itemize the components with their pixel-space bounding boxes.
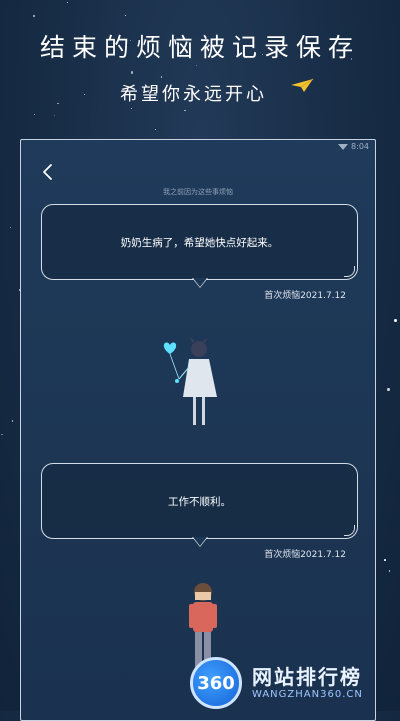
- star: [184, 109, 186, 112]
- star: [83, 93, 86, 96]
- bubble-tail-inner: [193, 278, 207, 287]
- worry-entry-bubble[interactable]: 奶奶生病了，希望她快点好起来。: [41, 204, 358, 280]
- promo-subheadline: 希望你永远开心: [120, 84, 267, 105]
- bubble-tail-inner: [193, 537, 207, 546]
- bubble-curl: [344, 525, 355, 536]
- promo-headline: 结束的烦恼被记录保存: [39, 33, 360, 62]
- star: [9, 226, 11, 228]
- star: [66, 2, 68, 4]
- back-arrow-icon[interactable]: [40, 162, 56, 182]
- star: [387, 388, 390, 391]
- star: [131, 107, 133, 109]
- worry-entry-text: 奶奶生病了，希望她快点好起来。: [120, 236, 279, 249]
- status-bar: 8:04: [338, 142, 369, 151]
- worry-entry-bubble[interactable]: 工作不顺利。: [41, 463, 358, 539]
- star: [1, 433, 3, 436]
- worry-entry-date: 首次烦恼2021.7.12: [264, 550, 346, 560]
- phone-screen: 8:04 我之前因为这些事烦恼 奶奶生病了，希望她快点好起来。 首次烦恼2021…: [20, 139, 376, 721]
- watermark-logo: 360: [190, 657, 242, 709]
- star: [195, 65, 197, 67]
- star: [11, 420, 14, 422]
- wifi-icon: [338, 143, 349, 150]
- star: [125, 15, 127, 17]
- worry-entry-date: 首次烦恼2021.7.12: [264, 291, 346, 301]
- star: [154, 128, 157, 131]
- bubble-curl: [344, 266, 355, 277]
- worry-entry-text: 工作不顺利。: [168, 495, 231, 508]
- star: [54, 115, 56, 117]
- star: [388, 570, 391, 572]
- watermark-url: WANGZHAN360.CN: [252, 689, 363, 700]
- star: [33, 114, 35, 116]
- status-time: 8:04: [351, 142, 369, 151]
- paper-plane-icon: [291, 78, 314, 92]
- star: [130, 71, 134, 74]
- watermark-title: 网站排行榜: [252, 665, 362, 689]
- girl-with-balloon-illustration: [163, 337, 217, 425]
- star: [384, 559, 386, 561]
- section-caption: 我之前因为这些事烦恼: [163, 188, 233, 196]
- site-watermark: 360 网站排行榜 WANGZHAN360.CN: [190, 655, 400, 711]
- star: [32, 14, 36, 18]
- star: [57, 102, 59, 105]
- star: [160, 76, 163, 78]
- star: [394, 319, 397, 322]
